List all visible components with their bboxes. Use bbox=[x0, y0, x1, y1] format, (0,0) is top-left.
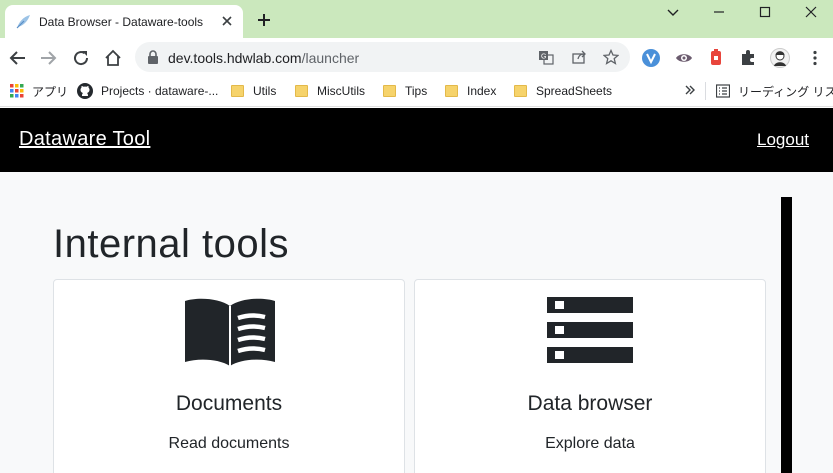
home-icon[interactable] bbox=[104, 49, 122, 67]
svg-text:G: G bbox=[541, 54, 546, 61]
bookmark-tips[interactable]: Tips bbox=[383, 81, 427, 101]
bookmark-spreadsheets-label: SpreadSheets bbox=[536, 84, 613, 98]
reading-list[interactable]: リーディング リスト bbox=[716, 81, 833, 101]
logout-link[interactable]: Logout bbox=[757, 130, 809, 150]
lock-icon[interactable] bbox=[147, 50, 159, 64]
bookmark-miscutils-label: MiscUtils bbox=[317, 84, 365, 98]
folder-icon bbox=[445, 85, 458, 97]
folder-icon bbox=[383, 85, 396, 97]
bookmark-index[interactable]: Index bbox=[445, 81, 496, 101]
bookmark-tips-label: Tips bbox=[405, 84, 428, 98]
new-tab-icon[interactable] bbox=[256, 12, 272, 28]
address-bar[interactable]: dev.tools.hdwlab.com/launcher G bbox=[135, 42, 630, 72]
more-bookmarks-chevron-icon[interactable] bbox=[684, 84, 696, 96]
url-host: dev.tools.hdwlab.com bbox=[168, 50, 302, 66]
red-extension-icon[interactable] bbox=[706, 48, 726, 68]
bookmarks-divider bbox=[705, 82, 706, 100]
extension-v-icon[interactable] bbox=[641, 48, 661, 68]
bookmark-star-icon[interactable] bbox=[603, 49, 619, 65]
url-path: /launcher bbox=[301, 50, 360, 66]
tab-search-chevron-icon[interactable] bbox=[665, 4, 681, 20]
card-text: Explore data bbox=[545, 435, 635, 452]
brand-link[interactable]: Dataware Tool bbox=[19, 128, 150, 151]
bookmark-apps[interactable]: アプリ bbox=[10, 81, 68, 101]
maximize-icon[interactable] bbox=[757, 4, 773, 20]
card-title: Data browser bbox=[527, 392, 653, 415]
reading-list-icon bbox=[716, 84, 730, 98]
bookmark-apps-label: アプリ bbox=[32, 84, 69, 99]
folder-icon bbox=[295, 85, 308, 97]
folder-icon bbox=[514, 85, 527, 97]
vertical-scrollbar[interactable] bbox=[781, 197, 792, 473]
bookmark-spreadsheets[interactable]: SpreadSheets bbox=[514, 81, 612, 101]
apps-grid-icon bbox=[10, 84, 24, 98]
close-tab-icon[interactable] bbox=[219, 13, 235, 29]
bookmark-miscutils[interactable]: MiscUtils bbox=[295, 81, 365, 101]
url-text[interactable]: dev.tools.hdwlab.com/launcher bbox=[168, 50, 359, 66]
data-browser-card[interactable]: Data browser Explore data bbox=[414, 279, 766, 473]
minimize-icon[interactable] bbox=[711, 4, 727, 20]
documents-card[interactable]: Documents Read documents bbox=[53, 279, 405, 473]
eye-extension-icon[interactable] bbox=[674, 48, 694, 68]
bookmark-index-label: Index bbox=[467, 84, 497, 98]
bookmark-projects-label: Projects · dataware-... bbox=[101, 84, 219, 98]
reload-icon[interactable] bbox=[72, 49, 90, 67]
feather-favicon-icon bbox=[16, 15, 30, 29]
translate-icon[interactable]: G bbox=[538, 49, 554, 65]
folder-icon bbox=[231, 85, 244, 97]
bookmark-utils-label: Utils bbox=[253, 84, 277, 98]
browser-tab[interactable]: Data Browser - Dataware-tools bbox=[5, 5, 243, 38]
bookmark-projects[interactable]: Projects · dataware-... bbox=[77, 81, 218, 101]
extensions-puzzle-icon[interactable] bbox=[738, 48, 758, 68]
page-title: Internal tools bbox=[53, 222, 290, 266]
back-arrow-icon[interactable] bbox=[9, 49, 27, 67]
browser-tab-strip: Data Browser - Dataware-tools bbox=[0, 0, 833, 38]
bookmark-utils[interactable]: Utils bbox=[231, 81, 276, 101]
main-content: Internal tools Documents Read documents … bbox=[0, 172, 833, 473]
close-window-icon[interactable] bbox=[803, 4, 819, 20]
share-icon[interactable] bbox=[571, 49, 587, 65]
forward-arrow-icon[interactable] bbox=[39, 49, 57, 67]
menu-kebab-icon[interactable] bbox=[805, 48, 825, 68]
site-navbar: Dataware Tool Logout bbox=[0, 108, 833, 172]
reading-list-label: リーディング リスト bbox=[738, 84, 833, 99]
server-list-icon bbox=[547, 297, 633, 363]
tab-title: Data Browser - Dataware-tools bbox=[39, 15, 204, 29]
browser-toolbar: dev.tools.hdwlab.com/launcher G bbox=[0, 38, 833, 76]
book-open-icon bbox=[185, 298, 275, 366]
card-title: Documents bbox=[175, 392, 283, 415]
bookmarks-bar: アプリ Projects · dataware-... Utils MiscUt… bbox=[0, 76, 833, 107]
profile-avatar-icon[interactable] bbox=[770, 48, 790, 68]
card-text: Read documents bbox=[168, 435, 290, 452]
github-icon bbox=[77, 83, 93, 99]
